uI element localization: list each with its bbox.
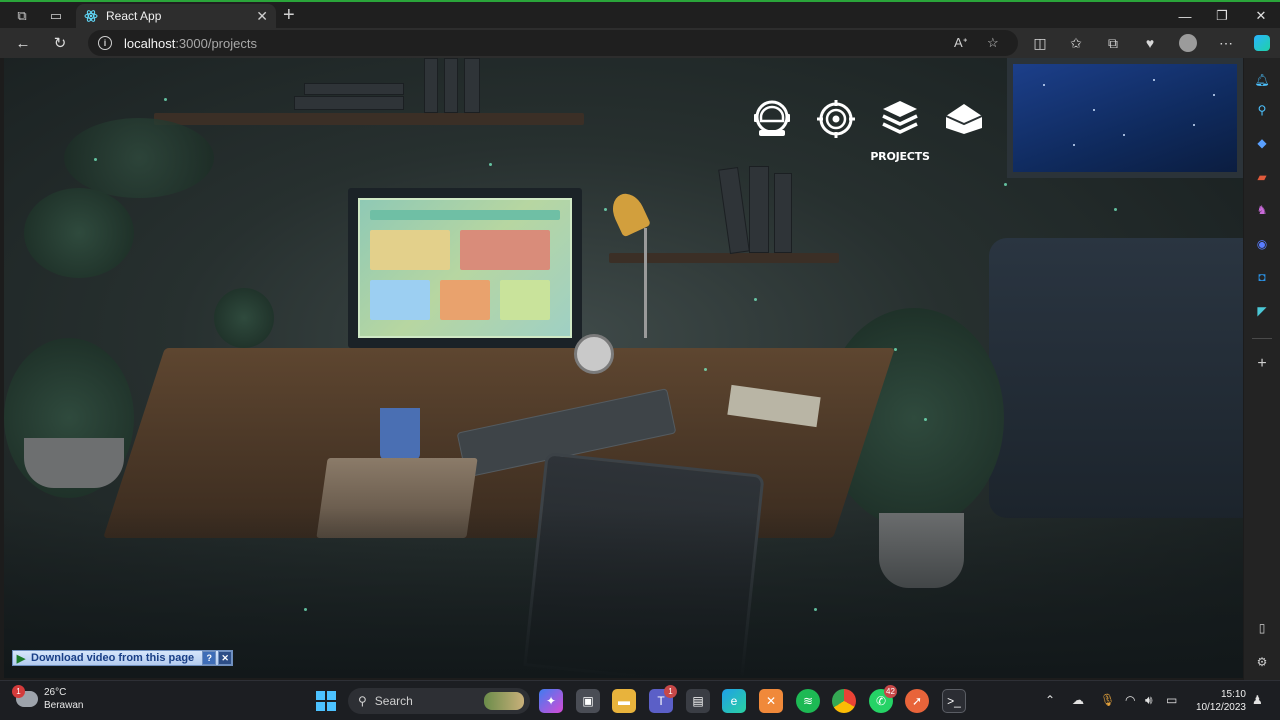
edge-browser-icon[interactable]: e	[722, 689, 746, 713]
mug	[380, 408, 420, 460]
start-button[interactable]	[314, 689, 338, 713]
windows-taskbar: 1 26°C Berawan ⚲ Search ✦ ▣ ▬ T1 ▤ e ✕ ≋…	[0, 680, 1280, 720]
back-icon[interactable]: ←	[11, 32, 35, 54]
task-view-icon[interactable]: ▣	[576, 689, 600, 713]
teams-badge: 1	[664, 685, 677, 698]
download-help-button[interactable]: ?	[202, 651, 217, 665]
address-bar[interactable]: i localhost:3000/projects Aᐩ ☆	[88, 30, 1018, 56]
browser-title-bar: ⧉ ▭ React App ✕ + — ❐ ✕	[0, 0, 1280, 28]
alarm-clock	[574, 334, 614, 374]
clock-time: 15:10	[1220, 689, 1246, 700]
whatsapp-icon[interactable]: ✆ 42	[869, 685, 897, 713]
notification-icon[interactable]: ♟	[1252, 693, 1263, 707]
volume-icon[interactable]: 🔊︎	[1145, 693, 1153, 708]
copilot-icon[interactable]	[1250, 32, 1274, 54]
refresh-icon[interactable]: ↻	[48, 32, 72, 54]
chrome-icon[interactable]	[832, 689, 856, 713]
clock-date: 10/12/2023	[1195, 702, 1246, 713]
night-window	[1007, 58, 1243, 178]
onedrive-icon[interactable]: ☁	[1072, 693, 1084, 707]
minimize-icon[interactable]: —	[1166, 5, 1204, 27]
weather-widget[interactable]: 1 26°C Berawan	[12, 685, 84, 712]
system-clock[interactable]: 15:10 10/12/2023	[1192, 688, 1246, 714]
favorite-star-icon[interactable]: ☆	[987, 35, 999, 51]
weather-temperature: 26°C	[44, 687, 67, 698]
microphone-icon[interactable]: 🎙︎	[1100, 693, 1115, 707]
shopping-tag-icon[interactable]: ◆	[1252, 133, 1272, 153]
tab-title: React App	[106, 9, 162, 23]
layers-icon	[882, 101, 918, 134]
show-hidden-icons-chevron-icon[interactable]: ⌃	[1045, 693, 1055, 707]
astronaut-helmet-icon	[754, 100, 790, 136]
drop-icon[interactable]: ◤	[1252, 301, 1272, 321]
more-menu-icon[interactable]: ⋯	[1214, 32, 1238, 54]
taskbar-search[interactable]: ⚲ Search	[348, 688, 530, 714]
nav-projects-label: PROJECTS	[870, 150, 930, 163]
hide-sidebar-icon[interactable]: ▯	[1252, 618, 1272, 638]
cloud-icon: 1	[12, 685, 38, 707]
react-logo-icon	[84, 10, 98, 22]
sofa	[989, 238, 1243, 518]
tab-actions-icon[interactable]: ▭	[45, 6, 67, 26]
nav-contact[interactable]	[941, 98, 987, 140]
nav-about[interactable]	[749, 98, 795, 140]
split-screen-icon[interactable]: ◫	[1028, 32, 1052, 54]
profile-avatar-icon[interactable]	[1176, 32, 1200, 54]
add-sidebar-app-icon[interactable]: +	[1252, 354, 1272, 374]
nav-skills[interactable]	[813, 98, 859, 140]
envelope-icon	[945, 104, 983, 134]
windows-logo-icon	[316, 691, 336, 711]
collections-icon[interactable]: ⧉	[1101, 32, 1125, 54]
xampp-icon[interactable]: ✕	[759, 689, 783, 713]
search-highlight-icon	[484, 692, 524, 710]
download-video-bar[interactable]: ▶ Download video from this page ? ✕	[12, 650, 234, 666]
new-tab-icon[interactable]: +	[283, 4, 295, 26]
room-background-illustration	[4, 58, 1243, 678]
url-path: :3000/projects	[175, 35, 257, 51]
tools-icon[interactable]: ▰	[1252, 167, 1272, 187]
maximize-icon[interactable]: ❐	[1203, 5, 1241, 27]
weather-description: Berawan	[44, 700, 84, 711]
wall-shelf	[154, 113, 584, 125]
copilot-app-icon[interactable]: ◉	[1252, 234, 1272, 254]
browser-essentials-icon[interactable]: ♥	[1138, 32, 1162, 54]
postman-icon[interactable]: ➚	[905, 689, 929, 713]
tab-close-icon[interactable]: ✕	[256, 8, 268, 25]
page-viewport: PROJECTS ▶ Download video from this page…	[4, 58, 1243, 678]
file-explorer-icon[interactable]: ▬	[612, 689, 636, 713]
games-icon[interactable]: ♞	[1252, 200, 1272, 220]
notification-bell-icon[interactable]: 🔔︎	[1252, 70, 1272, 90]
weather-badge: 1	[12, 685, 25, 698]
store-icon[interactable]: ▤	[686, 689, 710, 713]
download-video-label[interactable]: Download video from this page	[29, 652, 200, 664]
edge-sidebar: 🔔︎ ⚲ ◆ ▰ ♞ ◉ ◘ ◤ + ▯ ⚙	[1244, 58, 1280, 680]
favorites-icon[interactable]: ✩	[1064, 32, 1088, 54]
site-info-icon[interactable]: i	[98, 36, 112, 50]
close-window-icon[interactable]: ✕	[1242, 5, 1280, 27]
download-close-button[interactable]: ✕	[218, 651, 233, 665]
widgets-app-icon[interactable]: ✦	[539, 689, 563, 713]
url-host: localhost	[124, 35, 176, 51]
search-icon: ⚲	[358, 694, 367, 708]
sidebar-settings-icon[interactable]: ⚙	[1252, 652, 1272, 672]
taskbar-search-label: Search	[374, 694, 413, 708]
browser-toolbar: ← ↻ i localhost:3000/projects Aᐩ ☆ ◫ ✩ ⧉…	[0, 28, 1280, 58]
target-icon	[817, 100, 855, 138]
read-aloud-icon[interactable]: Aᐩ	[954, 35, 968, 51]
wifi-icon[interactable]: ◠	[1125, 693, 1135, 707]
play-icon: ▶	[16, 652, 26, 665]
computer-monitor	[348, 188, 582, 348]
workspaces-icon[interactable]: ⧉	[11, 6, 33, 26]
battery-icon[interactable]: ▭	[1166, 693, 1177, 707]
outlook-icon[interactable]: ◘	[1252, 267, 1272, 287]
search-icon[interactable]: ⚲	[1252, 100, 1272, 120]
terminal-icon[interactable]: >_	[942, 689, 966, 713]
nav-projects[interactable]: PROJECTS	[870, 98, 930, 163]
spotify-icon[interactable]: ≋	[796, 689, 820, 713]
teams-icon[interactable]: T1	[649, 685, 677, 713]
hanging-plant	[24, 188, 134, 278]
browser-tab[interactable]: React App ✕	[76, 4, 276, 28]
whatsapp-badge: 42	[884, 685, 897, 698]
